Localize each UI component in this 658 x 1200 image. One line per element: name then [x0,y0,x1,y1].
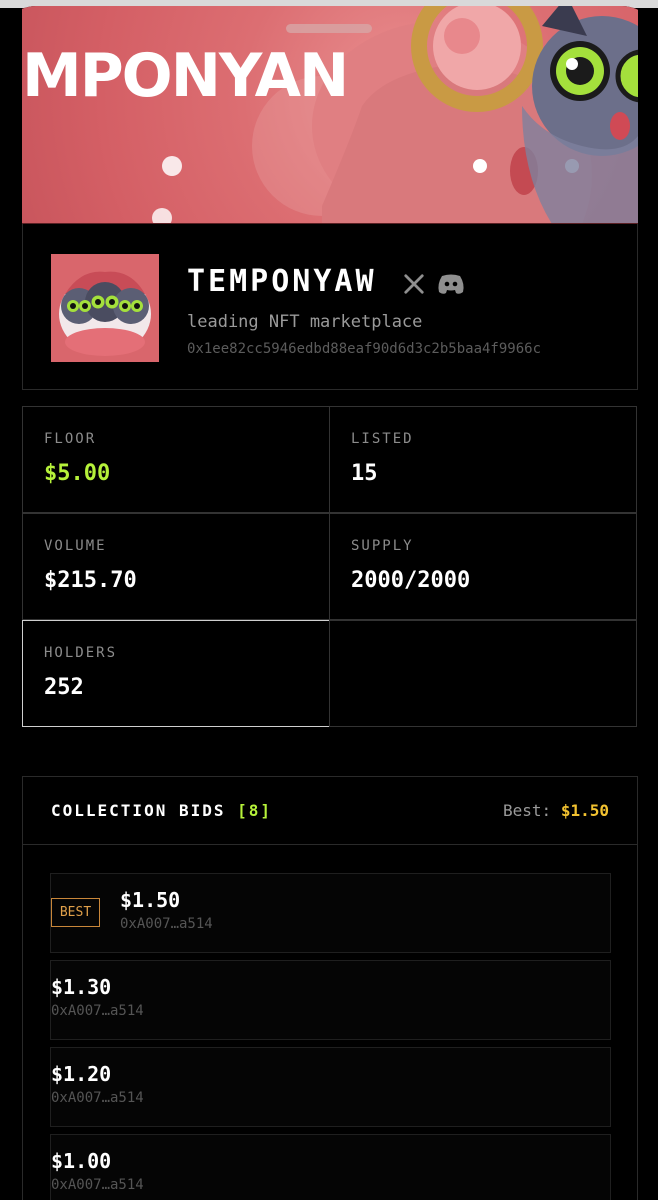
avatar-art [51,254,159,362]
bid-amount: $1.20 [51,1062,112,1086]
bids-best-label: Best: [503,801,552,820]
collection-tagline: leading NFT marketplace [187,312,423,332]
stat-label: SUPPLY [351,538,414,554]
stat-label: LISTED [351,431,414,447]
stat-label: VOLUME [44,538,107,554]
bids-title-label: COLLECTION BIDS [51,801,226,820]
collection-bids-panel: COLLECTION BIDS [8] Best: $1.50 BEST $1.… [22,776,638,1200]
bid-address: 0xA007…a514 [51,1003,144,1019]
collection-avatar [51,254,159,362]
stat-holders[interactable]: HOLDERS 252 [22,620,330,727]
bids-best-value: $1.50 [560,801,609,820]
bid-row[interactable]: BEST $1.50 0xA007…a514 [50,873,611,953]
bid-amount: $1.50 [120,888,181,912]
stat-value: 252 [44,675,84,700]
collection-profile: TEMPONYAW leading NFT marketplace 0x1ee8… [22,224,638,390]
bids-count: [8] [237,801,273,820]
stat-listed: LISTED 15 [329,406,637,513]
bid-address: 0xA007…a514 [51,1177,144,1193]
stat-empty [329,620,637,727]
bids-header: COLLECTION BIDS [8] Best: $1.50 [23,777,637,845]
collection-banner: MPONYAN [22,6,638,224]
bid-address: 0xA007…a514 [120,916,213,932]
banner-title: MPONYAN [22,41,349,111]
bids-title: COLLECTION BIDS [8] [51,801,272,820]
stat-value: $5.00 [44,461,111,486]
stat-value: 2000/2000 [351,568,471,593]
sheet-handle[interactable] [286,24,372,33]
discord-icon[interactable] [437,272,465,296]
bid-amount: $1.30 [51,975,112,999]
stat-value: $215.70 [44,568,137,593]
collection-name: TEMPONYAW [187,264,377,299]
stat-label: FLOOR [44,431,97,447]
stat-value: 15 [351,461,378,486]
stat-supply: SUPPLY 2000/2000 [329,513,637,620]
bid-amount: $1.00 [51,1149,112,1173]
contract-address[interactable]: 0x1ee82cc5946edbd88eaf90d6d3c2b5baa4f996… [187,341,541,357]
bid-row[interactable]: $1.20 0xA007…a514 [50,1047,611,1127]
x-icon[interactable] [403,272,425,296]
stat-label: HOLDERS [44,645,118,661]
bid-row[interactable]: $1.00 0xA007…a514 [50,1134,611,1200]
stat-floor: FLOOR $5.00 [22,406,330,513]
app-screen: MPONYAN TEMPONYAW leading NFT marketplac… [0,6,658,1200]
bids-best: Best: $1.50 [503,801,609,820]
stat-volume: VOLUME $215.70 [22,513,330,620]
best-badge: BEST [51,898,100,927]
bid-row[interactable]: $1.30 0xA007…a514 [50,960,611,1040]
banner-art [152,6,638,223]
bid-address: 0xA007…a514 [51,1090,144,1106]
